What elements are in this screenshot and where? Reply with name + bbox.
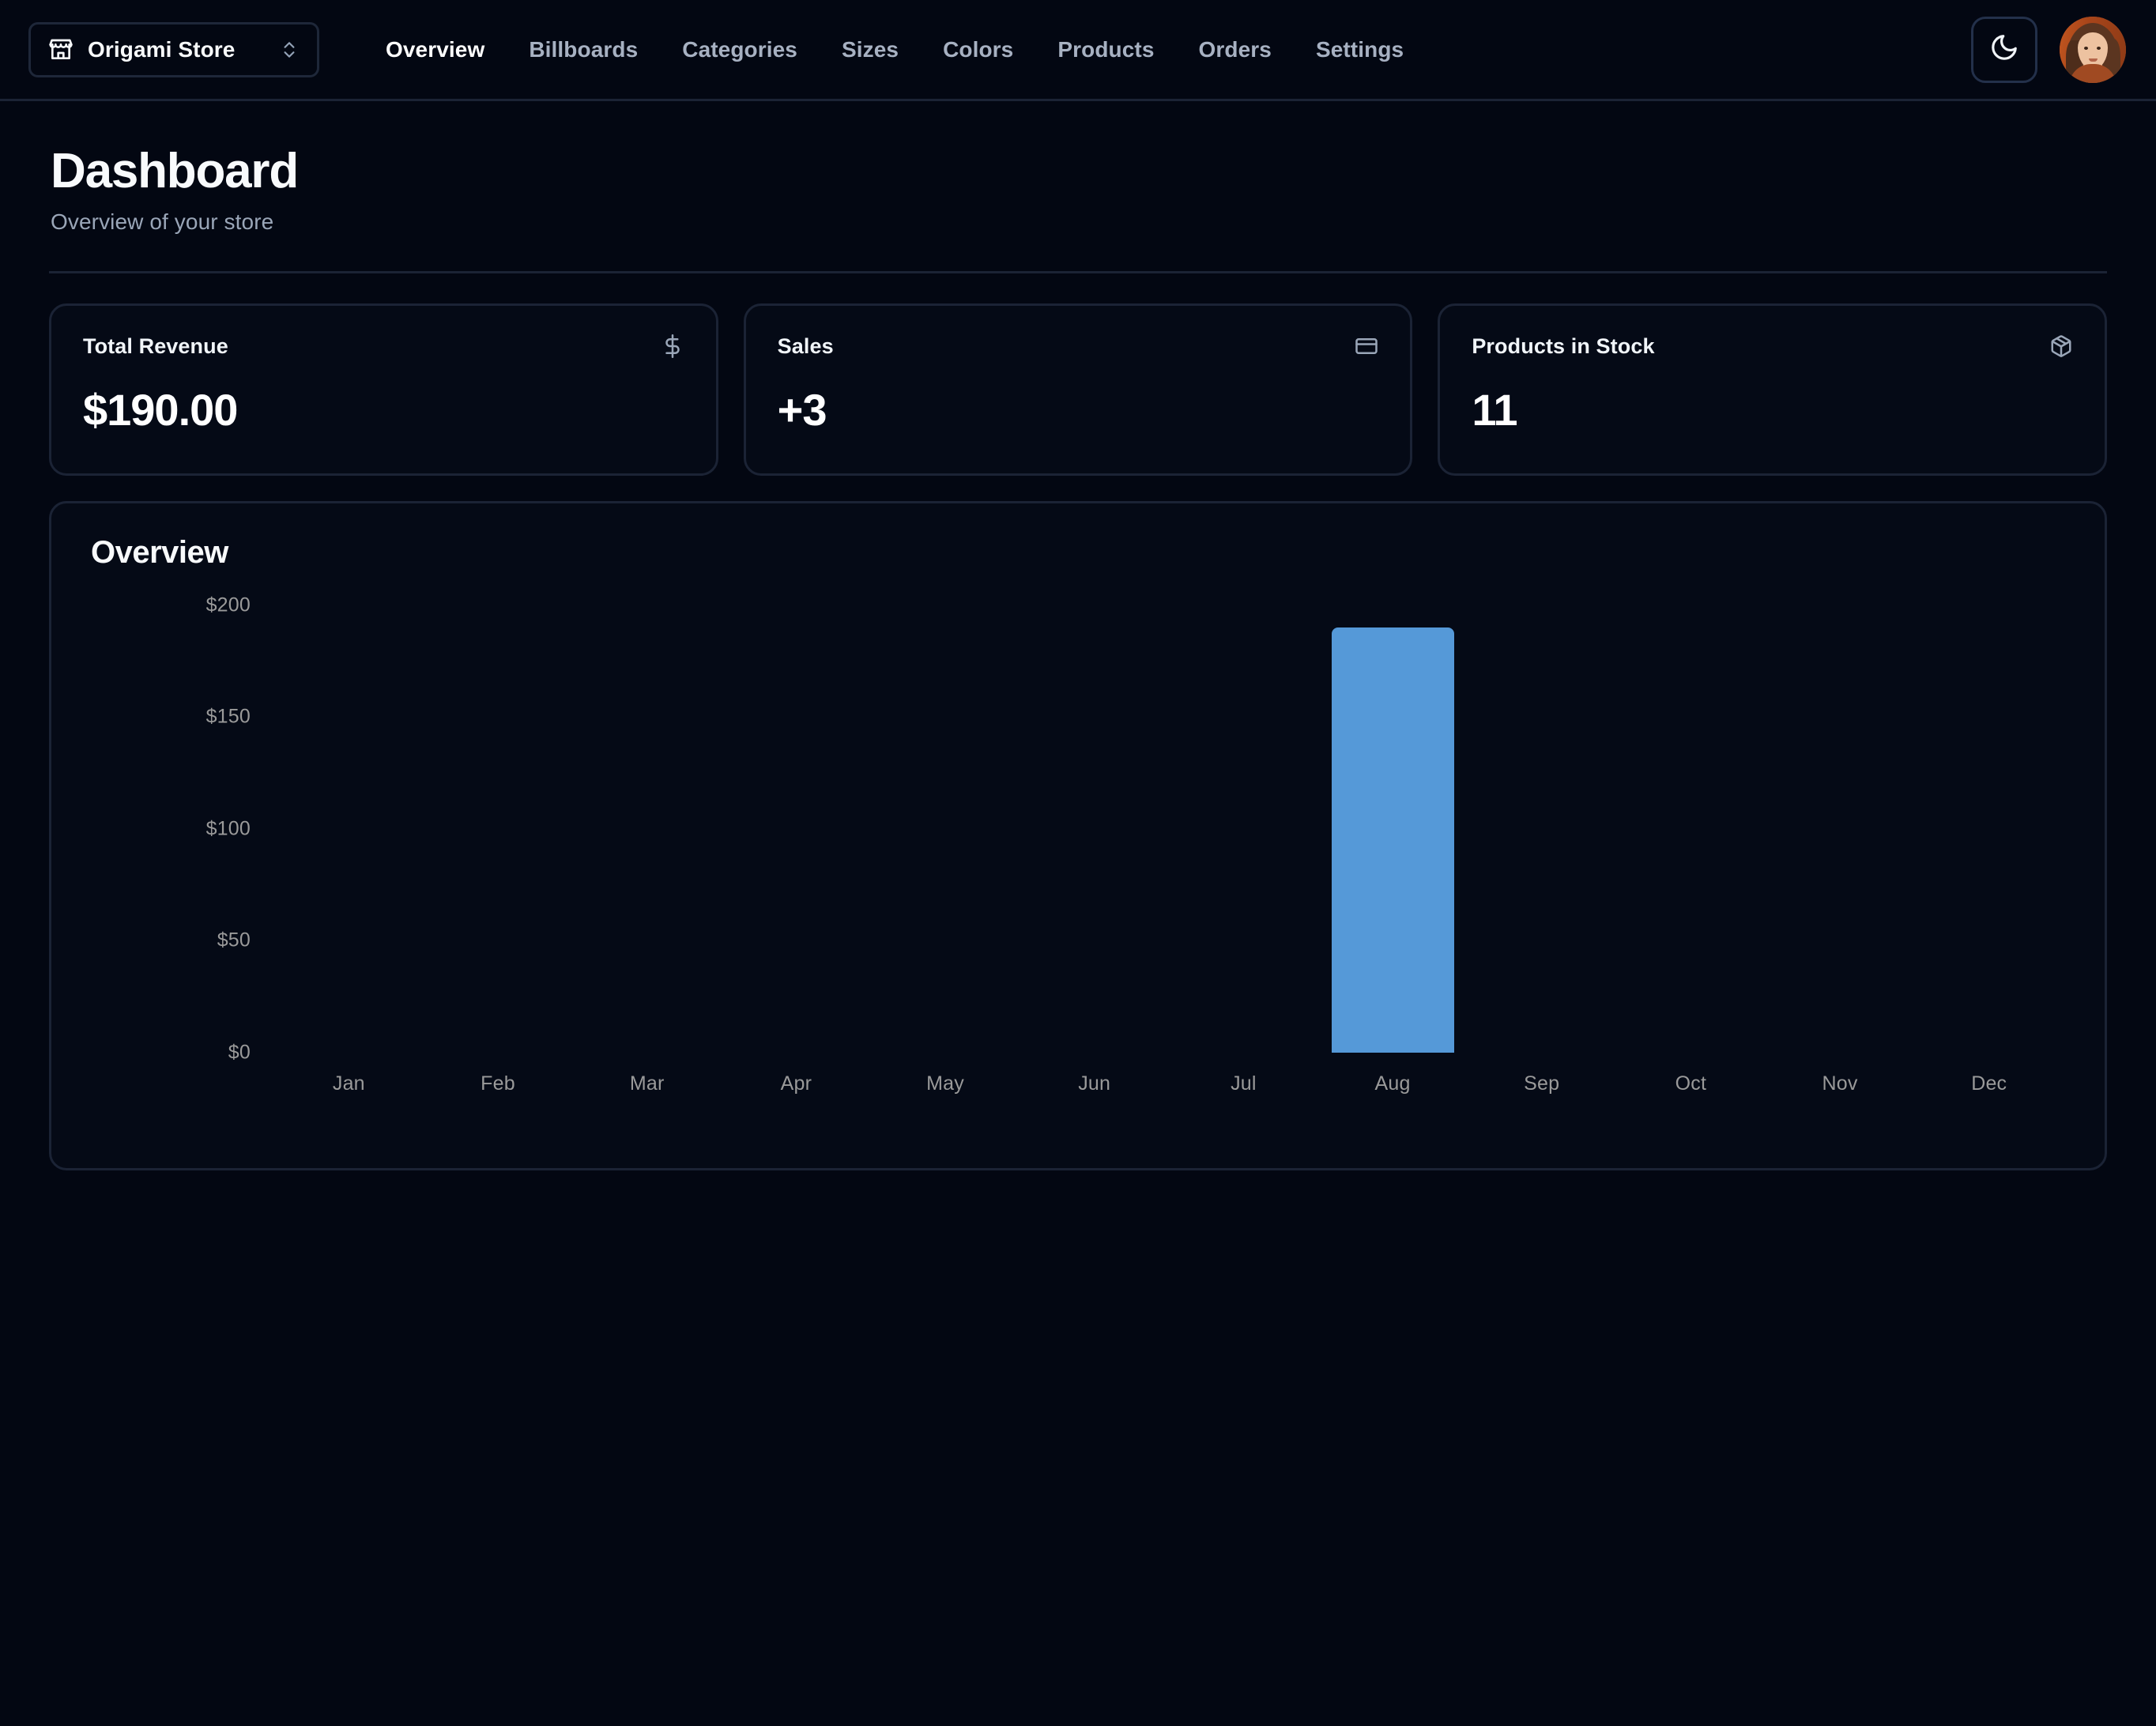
dollar-sign-icon	[661, 334, 684, 358]
page-header: Dashboard Overview of your store	[49, 145, 2107, 235]
x-axis-tick: Jul	[1169, 1072, 1318, 1095]
bar-column[interactable]	[1766, 605, 1915, 1053]
nav-link-sizes[interactable]: Sizes	[820, 37, 921, 62]
x-axis-tick: Apr	[722, 1072, 871, 1095]
top-navbar: Origami Store Overview Billboards Catego…	[0, 0, 2156, 101]
main-nav: Overview Billboards Categories Sizes Col…	[364, 37, 1426, 62]
nav-link-orders[interactable]: Orders	[1177, 37, 1294, 62]
y-axis-tick: $100	[206, 817, 251, 840]
stat-label-sales: Sales	[778, 334, 834, 359]
dashboard-page: Dashboard Overview of your store Total R…	[0, 101, 2156, 1170]
overview-chart-card: Overview $0 $50 $100 $150 $200 JanFebMarAprM…	[49, 501, 2107, 1170]
stat-card-products-in-stock: Products in Stock 11	[1438, 303, 2107, 476]
nav-link-settings[interactable]: Settings	[1294, 37, 1426, 62]
chart-x-axis: JanFebMarAprMayJunJulAugSepOctNovDec	[274, 1072, 2064, 1095]
nav-link-billboards[interactable]: Billboards	[507, 37, 660, 62]
store-switcher-label: Origami Store	[88, 37, 235, 62]
page-title: Dashboard	[51, 145, 2107, 198]
x-axis-tick: May	[871, 1072, 1020, 1095]
stat-card-total-revenue: Total Revenue $190.00	[49, 303, 718, 476]
store-switcher[interactable]: Origami Store	[28, 22, 319, 77]
bar-column[interactable]	[572, 605, 722, 1053]
bar-column[interactable]	[1914, 605, 2064, 1053]
nav-link-colors[interactable]: Colors	[921, 37, 1035, 62]
y-axis-tick: $200	[206, 594, 251, 616]
credit-card-icon	[1355, 334, 1378, 358]
stat-value-total-revenue: $190.00	[83, 384, 684, 435]
x-axis-tick: Dec	[1914, 1072, 2064, 1095]
stat-label-total-revenue: Total Revenue	[83, 334, 228, 359]
overview-chart-title: Overview	[85, 535, 2071, 571]
page-subtitle: Overview of your store	[51, 209, 2107, 235]
stat-cards-row: Total Revenue $190.00 Sales	[49, 303, 2107, 476]
x-axis-tick: Aug	[1318, 1072, 1468, 1095]
x-axis-tick: Nov	[1766, 1072, 1915, 1095]
theme-toggle-button[interactable]	[1971, 17, 2037, 83]
chart-bar[interactable]	[1332, 627, 1454, 1053]
stat-label-products-in-stock: Products in Stock	[1472, 334, 1654, 359]
x-axis-tick: Oct	[1616, 1072, 1766, 1095]
stat-value-sales: +3	[778, 384, 1379, 435]
header-separator	[49, 271, 2107, 273]
chart-bars	[274, 605, 2064, 1053]
chart-y-axis: $0 $50 $100 $150 $200	[85, 588, 251, 1141]
x-axis-tick: Feb	[424, 1072, 573, 1095]
y-axis-tick: $150	[206, 706, 251, 729]
navbar-actions	[1971, 17, 2126, 83]
bar-column[interactable]	[424, 605, 573, 1053]
bar-column[interactable]	[722, 605, 871, 1053]
nav-link-overview[interactable]: Overview	[364, 37, 507, 62]
moon-icon	[1989, 32, 2019, 66]
x-axis-tick: Mar	[572, 1072, 722, 1095]
stat-value-products-in-stock: 11	[1472, 384, 2073, 435]
bar-column[interactable]	[1020, 605, 1169, 1053]
nav-link-categories[interactable]: Categories	[660, 37, 820, 62]
bar-column[interactable]	[1169, 605, 1318, 1053]
y-axis-tick: $50	[217, 929, 251, 952]
bar-column[interactable]	[274, 605, 424, 1053]
x-axis-tick: Jun	[1020, 1072, 1169, 1095]
bar-column[interactable]	[1467, 605, 1616, 1053]
bar-column[interactable]	[1318, 605, 1468, 1053]
store-icon	[48, 37, 74, 62]
x-axis-tick: Sep	[1467, 1072, 1616, 1095]
nav-link-products[interactable]: Products	[1035, 37, 1176, 62]
overview-bar-chart: $0 $50 $100 $150 $200 JanFebMarAprMayJunJulA…	[85, 588, 2071, 1141]
avatar[interactable]	[2060, 17, 2126, 83]
x-axis-tick: Jan	[274, 1072, 424, 1095]
stat-card-sales: Sales +3	[744, 303, 1413, 476]
bar-column[interactable]	[1616, 605, 1766, 1053]
bar-column[interactable]	[871, 605, 1020, 1053]
y-axis-tick: $0	[228, 1041, 251, 1064]
chevrons-up-down-icon	[279, 40, 300, 60]
package-icon	[2049, 334, 2073, 358]
